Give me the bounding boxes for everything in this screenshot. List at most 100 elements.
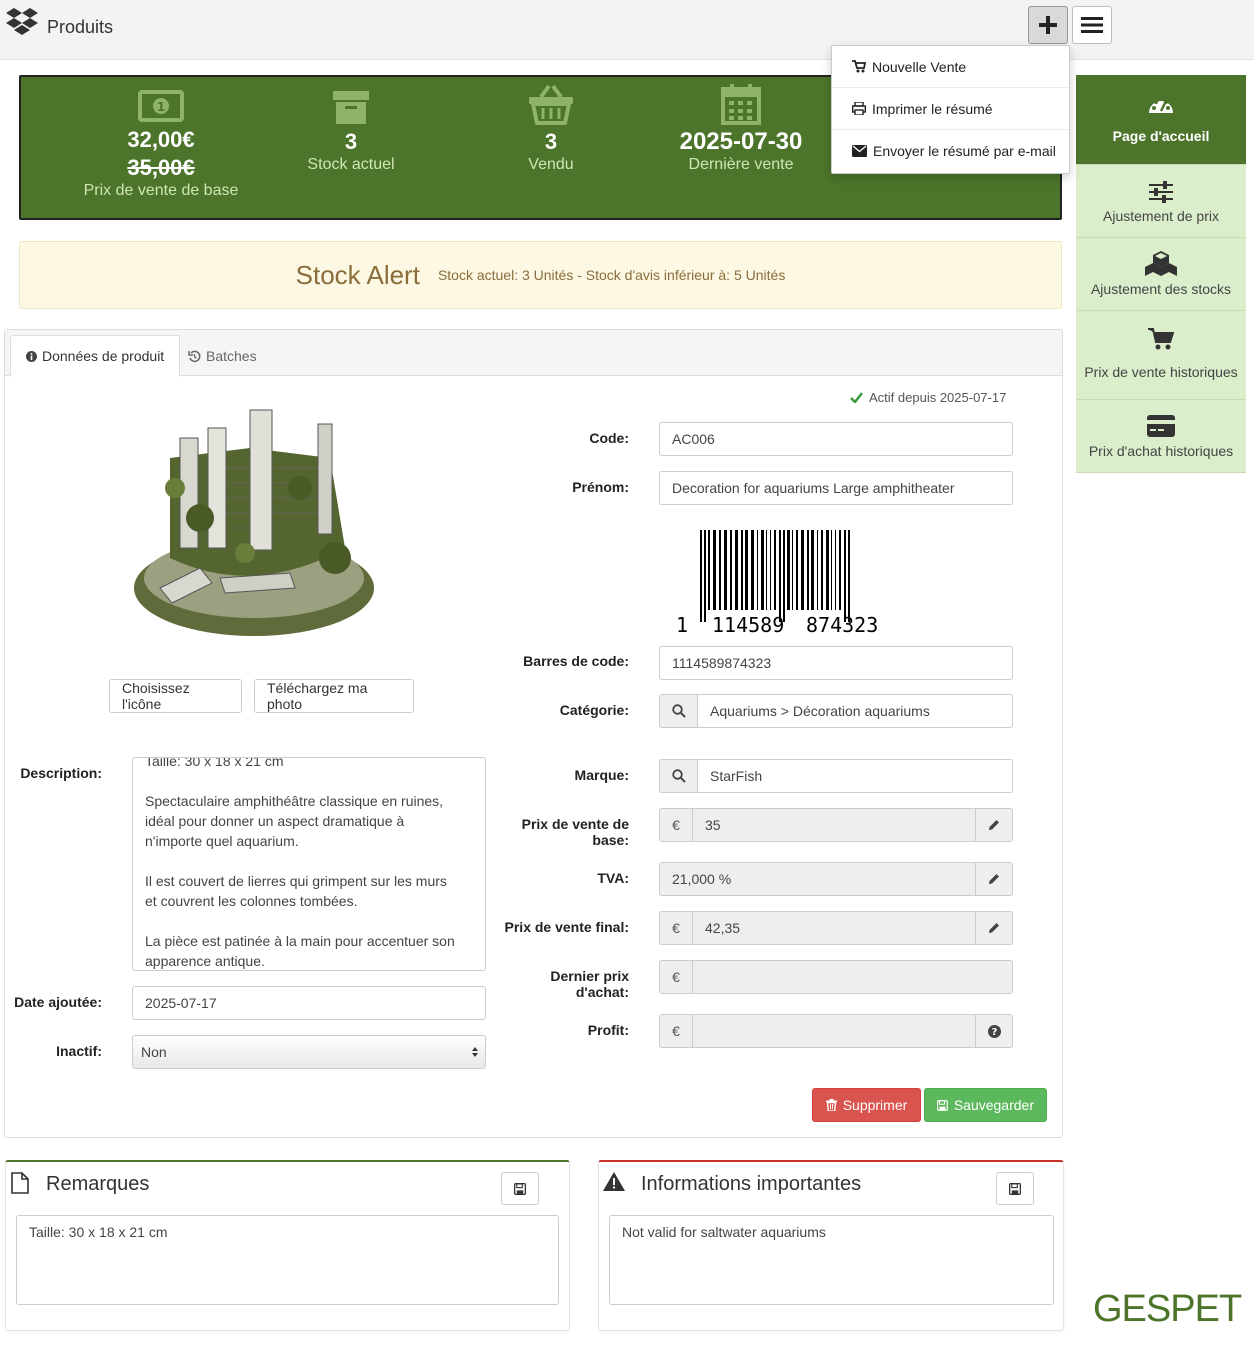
description-line: et couvrent les colonnes tombées. xyxy=(145,893,358,909)
file-icon xyxy=(11,1172,29,1194)
name-field[interactable]: Decoration for aquariums Large amphithea… xyxy=(659,471,1013,505)
cubes-icon xyxy=(1145,251,1177,276)
description-line xyxy=(145,851,473,871)
description-line xyxy=(145,911,473,931)
inactive-label: Inactif: xyxy=(56,1043,102,1059)
barcode-bar xyxy=(708,530,710,610)
description-line: Il est couvert de lierres qui grimpent s… xyxy=(145,873,447,889)
stock-alert-title: Stock Alert xyxy=(295,259,420,290)
price-label: Prix de vente de base xyxy=(83,182,239,199)
brand-search-button[interactable] xyxy=(659,759,698,793)
sold-label: Vendu xyxy=(528,156,574,173)
date-added-label: Date ajoutée: xyxy=(14,994,102,1010)
save-button[interactable]: Sauvegarder xyxy=(924,1088,1047,1122)
menu-item-email-summary[interactable]: Envoyer le résumé par e-mail xyxy=(832,130,1069,172)
basket-icon xyxy=(529,84,573,125)
sidebar-item-stock-adjustment[interactable]: Ajustement des stocks xyxy=(1076,238,1246,311)
barcode-bar xyxy=(757,530,758,610)
name-label: Prénom: xyxy=(572,479,629,495)
currency-addon: € xyxy=(659,911,693,945)
active-status: Actif depuis 2025-07-17 xyxy=(850,390,1006,405)
select-arrows-icon xyxy=(472,1047,478,1057)
currency-addon: € xyxy=(659,808,693,842)
brand-field[interactable]: StarFish xyxy=(697,759,1013,793)
barcode-bar xyxy=(770,530,771,610)
remarks-textarea[interactable]: Taille: 30 x 18 x 21 cm xyxy=(16,1215,559,1305)
search-icon xyxy=(671,704,686,718)
barcode-bar xyxy=(787,530,790,610)
choose-icon-button[interactable]: Choisissez l'icône xyxy=(109,679,242,713)
floppy-disk-icon xyxy=(1009,1182,1021,1195)
credit-card-icon xyxy=(1147,415,1175,437)
description-textarea[interactable]: Taille: 30 x 18 x 21 cm Spectaculaire am… xyxy=(132,757,486,971)
menu-item-print-summary[interactable]: Imprimer le résumé xyxy=(832,88,1069,130)
save-remarks-button[interactable] xyxy=(501,1172,539,1205)
menu-item-label: Envoyer le résumé par e-mail xyxy=(873,143,1056,159)
barcode-bar xyxy=(792,530,793,610)
profit-label: Profit: xyxy=(587,1022,629,1038)
menu-item-new-sale[interactable]: Nouvelle Vente xyxy=(832,46,1069,88)
stock-alert-detail: Stock actuel: 3 Unités - Stock d'avis in… xyxy=(437,267,786,283)
final-price-label: Prix de vente final: xyxy=(504,919,629,935)
pencil-icon xyxy=(989,820,999,830)
barcode-bar xyxy=(831,530,832,610)
floppy-disk-icon xyxy=(514,1182,526,1195)
pencil-icon xyxy=(989,874,999,884)
inactive-select[interactable]: Non xyxy=(132,1035,486,1069)
description-line: La pièce est patinée à la main pour acce… xyxy=(145,933,455,949)
barcode-bar xyxy=(766,530,767,610)
last-sale-value: 2025-07-30 xyxy=(679,128,803,155)
stock-value: 3 xyxy=(344,129,358,154)
vat-field[interactable]: 21,000 % xyxy=(659,862,976,896)
brand-label: Marque: xyxy=(574,767,629,783)
base-price-field[interactable]: 35 xyxy=(692,808,976,842)
barcode-bar xyxy=(821,530,823,610)
category-field[interactable]: Aquariums > Décoration aquariums xyxy=(697,694,1013,728)
shopping-cart-icon xyxy=(852,60,866,73)
barcode-bar xyxy=(835,530,836,610)
barcode-bar xyxy=(807,530,809,610)
add-button[interactable] xyxy=(1028,6,1068,44)
sidebar-item-price-adjustment[interactable]: Ajustement de prix xyxy=(1076,165,1246,238)
edit-base-price-button[interactable] xyxy=(975,808,1013,842)
last-purchase-field[interactable] xyxy=(692,960,1013,994)
date-added-field[interactable]: 2025-07-17 xyxy=(132,986,486,1020)
barcode-bar xyxy=(839,530,841,610)
svg-text:?: ? xyxy=(991,1027,997,1038)
barcode-field[interactable]: 1114589874323 xyxy=(659,646,1013,680)
save-important-info-button[interactable] xyxy=(996,1172,1034,1205)
sidebar-item-home[interactable]: Page d'accueil xyxy=(1076,75,1246,165)
save-label: Sauvegarder xyxy=(953,1097,1034,1113)
info-circle-icon xyxy=(26,350,37,362)
barcode-bar xyxy=(844,530,846,622)
category-search-button[interactable] xyxy=(659,694,698,728)
tab-batches[interactable]: Batches xyxy=(173,335,272,377)
edit-vat-button[interactable] xyxy=(975,862,1013,896)
tab-label: Données de produit xyxy=(42,348,165,364)
barcode-bar xyxy=(713,530,716,610)
stat-sold: 3 Vendu xyxy=(491,83,611,174)
profit-field[interactable] xyxy=(692,1014,976,1048)
edit-final-price-button[interactable] xyxy=(975,911,1013,945)
stock-alert: Stock Alert Stock actuel: 3 Unités - Sto… xyxy=(19,241,1062,309)
tab-product-data[interactable]: Données de produit xyxy=(10,335,181,377)
delete-button[interactable]: Supprimer xyxy=(812,1088,921,1122)
stock-label: Stock actuel xyxy=(307,156,395,173)
code-field[interactable]: AC006 xyxy=(659,422,1013,456)
profit-help-button[interactable]: ? xyxy=(975,1014,1013,1048)
upload-photo-button[interactable]: Téléchargez ma photo xyxy=(254,679,414,713)
delete-label: Supprimer xyxy=(842,1097,908,1113)
stat-stock: 3 Stock actuel xyxy=(291,89,411,174)
stat-last-sale: 2025-07-30 Dernière vente xyxy=(661,83,821,174)
base-price-label: Prix de vente de base: xyxy=(521,816,629,848)
menu-button[interactable] xyxy=(1072,6,1112,44)
barcode-bar xyxy=(779,530,781,622)
important-info-textarea[interactable]: Not valid for saltwater aquariums xyxy=(609,1215,1054,1305)
barcode-bar xyxy=(751,530,754,610)
barcode-label: Barres de code: xyxy=(523,653,629,669)
sidebar-item-sales-history[interactable]: Prix de vente historiques xyxy=(1076,311,1246,400)
sidebar-item-purchase-history[interactable]: Prix d'achat historiques xyxy=(1076,400,1246,473)
final-price-field[interactable]: 42,35 xyxy=(692,911,976,945)
old-price: 35,00€ xyxy=(127,155,195,180)
search-icon xyxy=(671,769,686,783)
